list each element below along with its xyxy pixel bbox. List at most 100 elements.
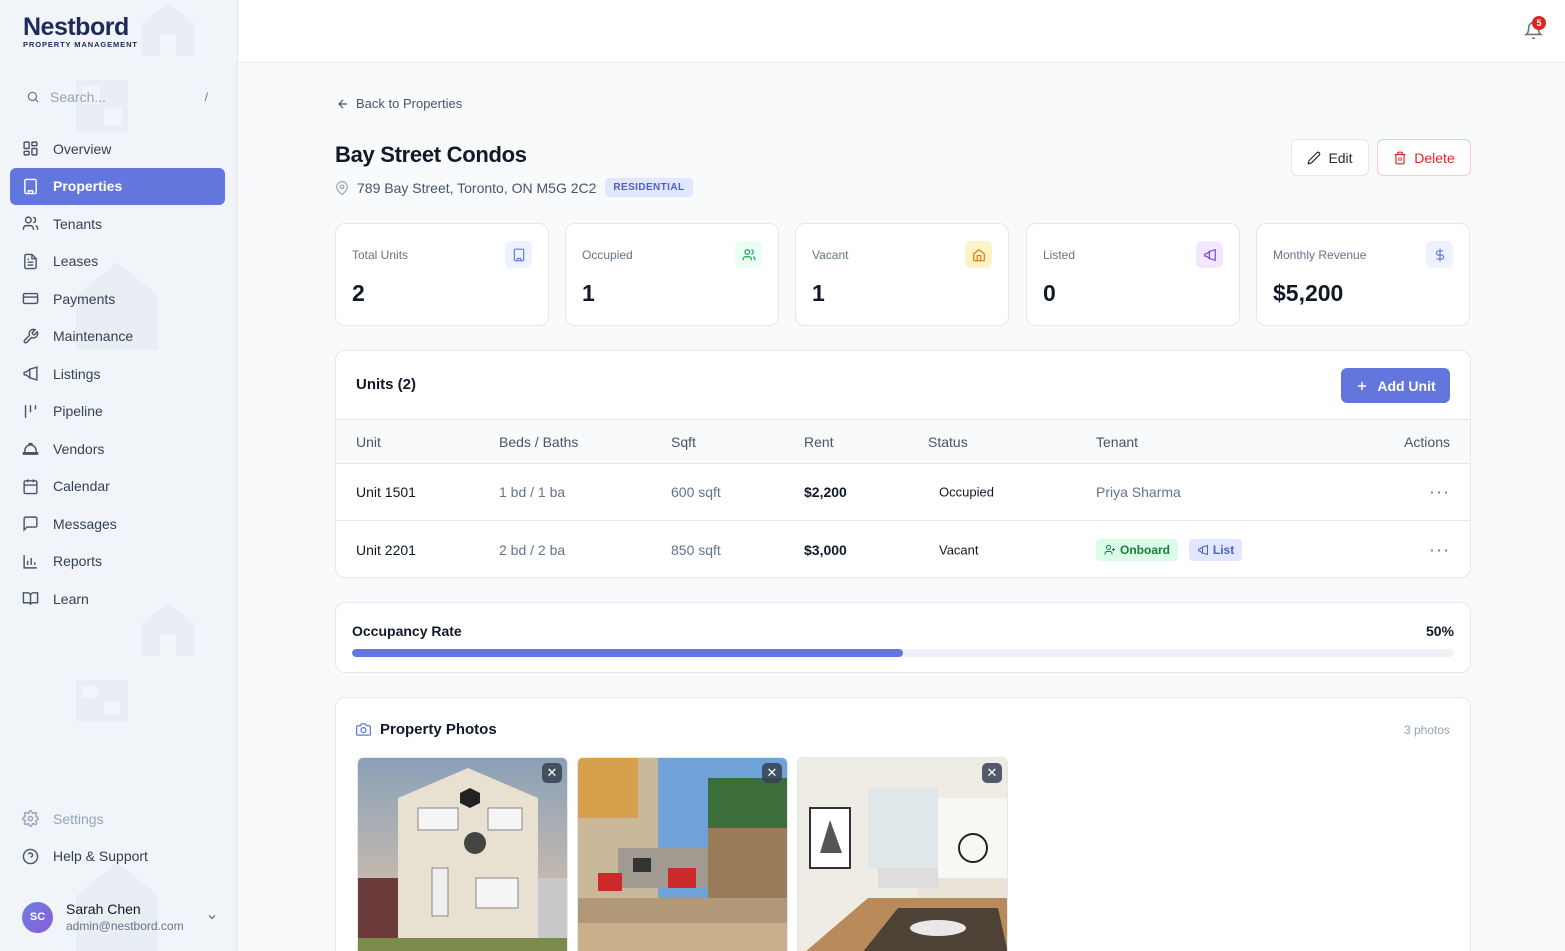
megaphone-icon <box>1196 241 1223 268</box>
dollar-icon <box>1426 241 1453 268</box>
table-row[interactable]: Unit 1501 1 bd / 1 ba 600 sqft $2,200 Oc… <box>336 464 1470 521</box>
users-icon <box>735 241 762 268</box>
sidebar-item-listings[interactable]: Listings <box>10 355 225 393</box>
grid-icon <box>23 141 38 156</box>
sidebar-item-label: Help & Support <box>53 848 148 865</box>
stat-label: Total Units <box>352 248 409 262</box>
back-link-label: Back to Properties <box>356 96 463 111</box>
property-photo[interactable]: ✕ <box>577 757 788 951</box>
search-shortcut-hint: / <box>204 90 208 104</box>
column-header-rent[interactable]: Rent <box>804 434 834 450</box>
user-plus-icon <box>1104 544 1115 554</box>
column-header-tenant[interactable]: Tenant <box>1096 434 1138 450</box>
sidebar-item-maintenance[interactable]: Maintenance <box>10 318 225 356</box>
users-icon <box>22 216 39 231</box>
stat-value: 1 <box>582 280 595 306</box>
row-actions-menu-icon[interactable]: ··· <box>1429 539 1450 560</box>
onboard-button[interactable]: Onboard <box>1096 538 1178 561</box>
user-menu[interactable]: SC Sarah Chen admin@nestbord.com <box>22 900 218 934</box>
sidebar-item-label: Properties <box>53 178 123 194</box>
sidebar-item-learn[interactable]: Learn <box>10 580 225 618</box>
photos-title-label: Property Photos <box>380 721 497 738</box>
brand-tagline: PROPERTY MANAGEMENT <box>23 40 138 49</box>
background-house-icon <box>142 2 194 56</box>
sidebar-item-settings[interactable]: Settings <box>10 800 225 838</box>
back-to-properties-link[interactable]: Back to Properties <box>336 96 462 111</box>
cell-tenant[interactable]: Priya Sharma <box>1096 484 1181 500</box>
arrow-left-icon <box>338 99 348 108</box>
onboard-label: Onboard <box>1120 542 1170 557</box>
credit-card-icon <box>22 293 39 305</box>
sidebar-item-reports[interactable]: Reports <box>10 543 225 581</box>
sidebar-item-payments[interactable]: Payments <box>10 280 225 318</box>
sidebar-item-pipeline[interactable]: Pipeline <box>10 393 225 431</box>
property-photo[interactable]: ✕ <box>797 757 1008 951</box>
sidebar-item-leases[interactable]: Leases <box>10 243 225 281</box>
property-photo[interactable]: ✕ <box>357 757 568 951</box>
remove-photo-button[interactable]: ✕ <box>982 763 1002 783</box>
notifications-button[interactable]: 5 <box>1523 16 1546 46</box>
sidebar-item-label: Tenants <box>53 215 103 232</box>
backyard-patio-photo <box>578 758 787 951</box>
sidebar-item-vendors[interactable]: Vendors <box>10 430 225 468</box>
occupancy-progress-bar <box>352 649 1454 657</box>
camera-icon <box>356 723 371 736</box>
sidebar-item-help[interactable]: Help & Support <box>10 838 225 876</box>
property-type-badge: RESIDENTIAL <box>605 178 693 197</box>
row-actions-menu-icon[interactable]: ··· <box>1429 482 1450 503</box>
megaphone-icon <box>23 366 38 382</box>
remove-photo-button[interactable]: ✕ <box>762 763 782 783</box>
help-circle-icon <box>22 848 39 865</box>
column-header-sqft[interactable]: Sqft <box>671 434 696 450</box>
units-table-header: Unit Beds / Baths Sqft Rent Status Tenan… <box>336 419 1470 464</box>
table-row[interactable]: Unit 2201 2 bd / 2 ba 850 sqft $3,000 Va… <box>336 521 1470 578</box>
trash-icon <box>1395 151 1406 164</box>
user-name: Sarah Chen <box>66 901 141 917</box>
pipeline-icon <box>24 404 37 418</box>
stat-label: Monthly Revenue <box>1273 248 1367 262</box>
map-pin-icon <box>336 180 348 195</box>
list-button[interactable]: List <box>1188 538 1243 561</box>
sidebar-item-overview[interactable]: Overview <box>10 130 225 168</box>
chat-icon <box>23 516 38 532</box>
column-header-unit[interactable]: Unit <box>356 434 381 450</box>
user-email: admin@nestbord.com <box>66 919 184 933</box>
chevron-down-icon <box>208 915 216 920</box>
hard-hat-icon <box>22 443 39 456</box>
stat-card-occupied: Occupied 1 <box>565 223 779 326</box>
book-icon <box>22 592 39 606</box>
stat-value: 2 <box>352 280 365 306</box>
search-input[interactable]: Search... / <box>14 83 220 111</box>
stat-card-monthly-revenue: Monthly Revenue $5,200 <box>1256 223 1470 326</box>
sidebar-item-calendar[interactable]: Calendar <box>10 468 225 506</box>
cell-beds-baths: 1 bd / 1 ba <box>499 484 566 500</box>
column-header-beds-baths[interactable]: Beds / Baths <box>499 434 578 450</box>
bar-chart-icon <box>23 554 37 569</box>
column-header-actions: Actions <box>1404 433 1450 450</box>
megaphone-icon <box>1197 544 1208 555</box>
sidebar-item-label: Payments <box>53 290 116 307</box>
background-window-icon <box>76 680 128 721</box>
user-info: Sarah Chen admin@nestbord.com <box>66 900 184 934</box>
remove-photo-button[interactable]: ✕ <box>542 763 562 783</box>
building-icon <box>24 178 37 194</box>
sidebar-item-label: Pipeline <box>53 403 103 420</box>
brand-logo[interactable]: Nestbord PROPERTY MANAGEMENT <box>23 14 138 49</box>
delete-button[interactable]: Delete <box>1377 139 1471 176</box>
sidebar-item-messages[interactable]: Messages <box>10 505 225 543</box>
sidebar-item-label: Settings <box>53 810 104 827</box>
add-unit-button[interactable]: Add Unit <box>1341 368 1450 403</box>
photos-count: 3 photos <box>1403 723 1450 737</box>
edit-button[interactable]: Edit <box>1291 139 1369 176</box>
status-badge: Occupied <box>939 484 994 500</box>
living-room-photo <box>798 758 1007 951</box>
delete-label: Delete <box>1414 149 1455 166</box>
wrench-icon <box>23 328 39 344</box>
column-header-status[interactable]: Status <box>928 434 968 450</box>
units-card: Units (2) Add Unit Unit Beds / Baths Sqf… <box>335 350 1471 578</box>
cell-tenant-actions: Onboard List <box>1096 538 1243 561</box>
sidebar-item-label: Leases <box>53 253 99 270</box>
sidebar-item-tenants[interactable]: Tenants <box>10 205 225 243</box>
sidebar-item-properties[interactable]: Properties <box>10 167 225 205</box>
cell-rent: $3,000 <box>804 541 847 558</box>
